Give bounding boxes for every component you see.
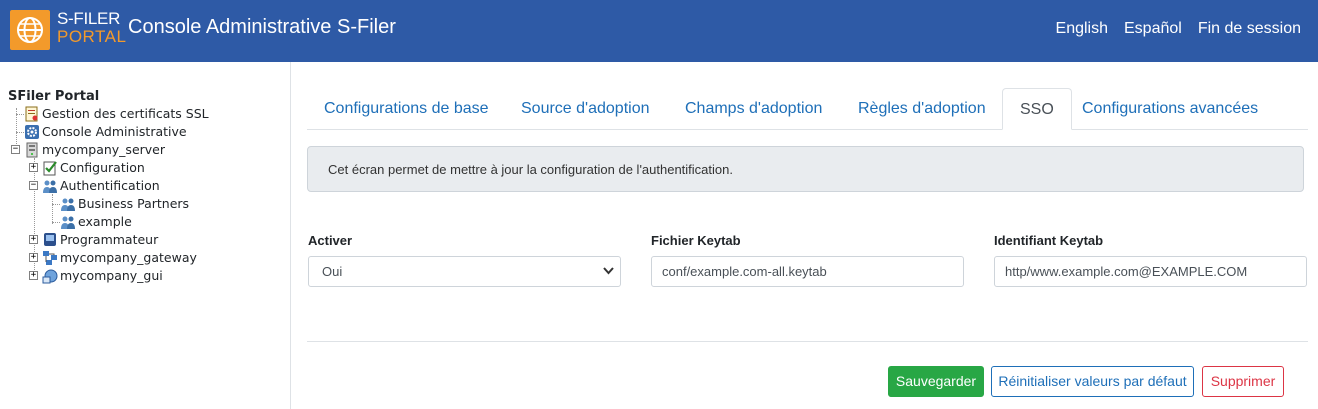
info-alert: Cet écran permet de mettre à jour la con…: [307, 146, 1304, 192]
keytab-file-label: Fichier Keytab: [651, 233, 741, 248]
save-button[interactable]: Sauvegarder: [888, 366, 984, 397]
tree-item-label: mycompany_gui: [60, 268, 163, 283]
tree-connector: [16, 114, 24, 115]
checklist-icon: [42, 160, 58, 176]
certificate-icon: [24, 106, 40, 122]
users-icon: [60, 214, 76, 230]
server-icon: [24, 142, 40, 158]
tree-item-label: Configuration: [60, 160, 145, 175]
expand-toggle[interactable]: +: [29, 253, 38, 262]
tab-champs-adoption[interactable]: Champs d'adoption: [668, 88, 839, 130]
tree-item-mycompany-gui[interactable]: mycompany_gui: [42, 267, 163, 285]
tree-item-label: Business Partners: [78, 196, 190, 211]
expand-toggle[interactable]: +: [29, 271, 38, 280]
users-icon: [42, 178, 58, 194]
sidebar-tree: SFiler Portal Gestion des certificats SS…: [0, 62, 291, 409]
tab-configurations-avancees[interactable]: Configurations avancées: [1065, 88, 1275, 130]
tree-connector: [52, 222, 60, 223]
users-icon: [60, 196, 76, 212]
tab-sso[interactable]: SSO: [1002, 88, 1072, 130]
expand-toggle[interactable]: +: [29, 235, 38, 244]
form-divider: [307, 341, 1308, 342]
globe-logo-icon: [10, 10, 50, 50]
logo-text: S-FILER PORTAL: [57, 10, 126, 46]
tree-item-example[interactable]: example: [60, 213, 132, 231]
tree-item-authentification[interactable]: Authentification: [42, 177, 160, 195]
tree-item-mycompany-gateway[interactable]: mycompany_gateway: [42, 249, 197, 267]
activer-value: Oui: [322, 264, 343, 279]
tree-root[interactable]: SFiler Portal: [8, 89, 99, 104]
app-header: S-FILER PORTAL Console Administrative S-…: [0, 0, 1318, 62]
tree-item-ssl-certificates[interactable]: Gestion des certificats SSL: [24, 105, 209, 123]
gui-icon: [42, 268, 58, 284]
tree-connector: [52, 204, 60, 205]
tree-item-label: Authentification: [60, 178, 160, 193]
tree-item-admin-console[interactable]: Console Administrative: [24, 123, 187, 141]
tree-item-business-partners[interactable]: Business Partners: [60, 195, 189, 213]
tree-item-label: Console Administrative: [42, 124, 187, 139]
tree-item-mycompany-server[interactable]: mycompany_server: [24, 141, 165, 159]
scheduler-icon: [42, 232, 58, 248]
tree-item-label: mycompany_server: [42, 142, 166, 157]
tree-connector: [52, 194, 53, 224]
app-title: Console Administrative S-Filer: [128, 16, 396, 38]
logo-line1: S-FILER: [57, 9, 121, 28]
tab-configurations-de-base[interactable]: Configurations de base: [307, 88, 506, 130]
expand-toggle[interactable]: +: [29, 163, 38, 172]
keytab-file-input[interactable]: conf/example.com-all.keytab: [651, 256, 964, 287]
tree-item-label: Gestion des certificats SSL: [42, 106, 209, 121]
tab-regles-adoption[interactable]: Règles d'adoption: [841, 88, 1003, 130]
tab-bar: Configurations de base Source d'adoption…: [307, 88, 1308, 130]
logo-line2: PORTAL: [57, 27, 127, 46]
activer-label: Activer: [308, 233, 353, 248]
gear-icon: [24, 124, 40, 140]
tree-connector: [16, 132, 24, 133]
collapse-toggle[interactable]: −: [11, 145, 20, 154]
nav-logout[interactable]: Fin de session: [1198, 20, 1301, 38]
tree-item-label: example: [78, 214, 132, 229]
tab-source-adoption[interactable]: Source d'adoption: [504, 88, 666, 130]
tree-item-label: mycompany_gateway: [60, 250, 197, 265]
tree-item-configuration[interactable]: Configuration: [42, 159, 145, 177]
tree-item-programmateur[interactable]: Programmateur: [42, 231, 158, 249]
header-nav: English Español Fin de session: [1056, 20, 1301, 38]
keytab-id-label: Identifiant Keytab: [994, 233, 1104, 248]
nav-english[interactable]: English: [1056, 20, 1108, 38]
nav-espanol[interactable]: Español: [1124, 20, 1182, 38]
collapse-toggle[interactable]: −: [29, 181, 38, 190]
reset-defaults-button[interactable]: Réinitialiser valeurs par défaut: [991, 366, 1194, 397]
chevron-down-icon: [603, 267, 614, 275]
network-icon: [42, 250, 58, 266]
tree-item-label: Programmateur: [60, 232, 159, 247]
delete-button[interactable]: Supprimer: [1202, 366, 1284, 397]
activer-select[interactable]: Oui: [308, 256, 621, 287]
keytab-id-input[interactable]: http/www.example.com@EXAMPLE.COM: [994, 256, 1307, 287]
